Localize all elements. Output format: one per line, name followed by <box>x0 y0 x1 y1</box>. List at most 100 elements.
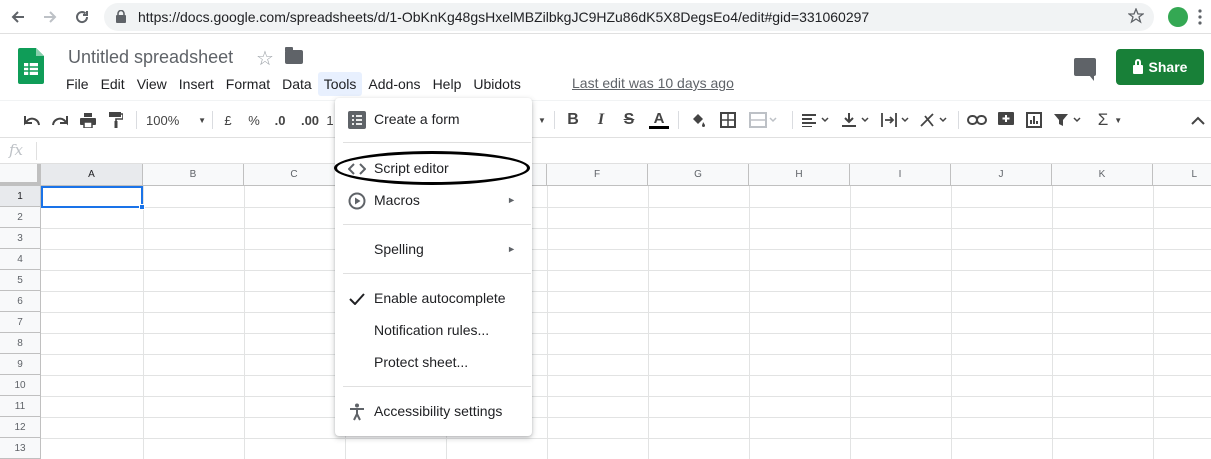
filter-icon[interactable] <box>1052 109 1084 131</box>
italic-icon[interactable]: I <box>592 109 610 131</box>
menu-tools[interactable]: Tools <box>317 72 363 96</box>
menu-edit[interactable]: Edit <box>95 72 131 96</box>
tools-dropdown-menu: Create a form Script editor Macros ► Spe… <box>335 98 532 436</box>
fill-color-icon[interactable] <box>688 109 708 131</box>
menu-item-notification-rules[interactable]: Notification rules... <box>335 314 532 346</box>
column-header-f[interactable]: F <box>547 164 648 186</box>
column-header-g[interactable]: G <box>648 164 749 186</box>
undo-icon[interactable] <box>22 109 42 131</box>
form-icon <box>348 111 366 129</box>
column-header-h[interactable]: H <box>749 164 850 186</box>
menu-ubidots[interactable]: Ubidots <box>467 72 526 96</box>
sheets-logo-icon[interactable] <box>18 48 44 84</box>
functions-icon[interactable]: Σ ▼ <box>1094 109 1126 131</box>
formula-bar[interactable]: fx <box>0 138 1211 164</box>
share-button[interactable]: Share <box>1116 49 1204 85</box>
vertical-align-icon[interactable] <box>840 109 872 131</box>
notification-rules-label: Notification rules... <box>374 322 490 338</box>
menu-insert[interactable]: Insert <box>173 72 220 96</box>
star-icon[interactable]: ☆ <box>256 46 274 71</box>
row-header-10[interactable]: 10 <box>0 375 41 396</box>
browser-chrome: https://docs.google.com/spreadsheets/d/1… <box>0 0 1211 34</box>
text-rotation-icon[interactable] <box>918 109 950 131</box>
horizontal-align-icon[interactable] <box>800 109 832 131</box>
extension-icon[interactable] <box>1168 7 1188 27</box>
column-header-j[interactable]: J <box>951 164 1052 186</box>
row-header-6[interactable]: 6 <box>0 291 41 312</box>
column-header-i[interactable]: I <box>850 164 951 186</box>
row-header-13[interactable]: 13 <box>0 438 41 459</box>
address-bar[interactable]: https://docs.google.com/spreadsheets/d/1… <box>104 3 1154 31</box>
text-wrapping-icon[interactable] <box>880 109 912 131</box>
menu-file[interactable]: File <box>60 72 95 96</box>
menu-item-accessibility[interactable]: Accessibility settings <box>335 395 532 427</box>
submenu-arrow-icon: ► <box>507 244 516 254</box>
zoom-select[interactable]: 100% ▼ <box>146 109 206 131</box>
docs-header: Untitled spreadsheet ☆ File Edit View In… <box>0 34 1211 100</box>
insert-chart-icon[interactable] <box>1024 109 1044 131</box>
insert-comment-icon[interactable] <box>996 109 1016 131</box>
row-header-8[interactable]: 8 <box>0 333 41 354</box>
font-size-dropdown-icon[interactable]: ▼ <box>536 109 548 131</box>
column-header-b[interactable]: B <box>143 164 244 186</box>
menu-item-spelling[interactable]: Spelling ► <box>335 233 532 265</box>
row-header-4[interactable]: 4 <box>0 249 41 270</box>
currency-button[interactable]: £ <box>220 109 236 131</box>
toolbar: 100% ▼ £ % .0 .00 1 ▼ B I S A Σ ▼ <box>0 100 1211 138</box>
macros-label: Macros <box>374 192 420 208</box>
fill-handle[interactable] <box>139 204 145 210</box>
last-edit-link[interactable]: Last edit was 10 days ago <box>572 75 734 91</box>
bold-icon[interactable]: B <box>564 109 582 131</box>
row-header-7[interactable]: 7 <box>0 312 41 333</box>
enable-autocomplete-label: Enable autocomplete <box>374 290 506 306</box>
row-header-11[interactable]: 11 <box>0 396 41 417</box>
format-fragment[interactable]: 1 <box>326 109 334 131</box>
column-header-k[interactable]: K <box>1052 164 1153 186</box>
menu-format[interactable]: Format <box>220 72 276 96</box>
sheet-grid[interactable]: A B C D E F G H I J K L 1 2 3 4 5 6 7 8 … <box>0 164 1211 459</box>
bookmark-star-icon[interactable] <box>1128 8 1144 24</box>
row-header-1[interactable]: 1 <box>0 186 41 207</box>
menu-view[interactable]: View <box>131 72 173 96</box>
percent-button[interactable]: % <box>246 109 262 131</box>
insert-link-icon[interactable] <box>966 109 988 131</box>
active-cell-a1[interactable] <box>41 186 143 208</box>
strikethrough-icon[interactable]: S <box>620 109 638 131</box>
redo-icon[interactable] <box>50 109 70 131</box>
menu-item-protect-sheet[interactable]: Protect sheet... <box>335 346 532 378</box>
increase-decimal-button[interactable]: .00 <box>298 109 322 131</box>
document-title[interactable]: Untitled spreadsheet <box>68 47 233 68</box>
folder-icon[interactable] <box>285 47 303 64</box>
row-header-12[interactable]: 12 <box>0 417 41 438</box>
merge-cells-icon[interactable] <box>748 109 778 131</box>
menu-help[interactable]: Help <box>427 72 468 96</box>
print-icon[interactable] <box>78 109 98 131</box>
column-header-l[interactable]: L <box>1153 164 1211 186</box>
row-header-3[interactable]: 3 <box>0 228 41 249</box>
back-arrow-icon[interactable] <box>6 5 30 29</box>
row-header-9[interactable]: 9 <box>0 354 41 375</box>
borders-icon[interactable] <box>718 109 738 131</box>
create-form-label: Create a form <box>374 111 460 127</box>
reload-icon[interactable] <box>70 5 94 29</box>
collapse-toolbar-icon[interactable] <box>1190 109 1206 131</box>
text-color-icon[interactable]: A <box>648 109 670 131</box>
decrease-decimal-button[interactable]: .0 <box>270 109 290 131</box>
menu-item-macros[interactable]: Macros ► <box>335 184 532 216</box>
menu-addons[interactable]: Add-ons <box>362 72 426 96</box>
column-header-c[interactable]: C <box>244 164 345 186</box>
select-all-corner[interactable] <box>0 164 41 186</box>
forward-arrow-icon[interactable] <box>38 5 62 29</box>
row-header-5[interactable]: 5 <box>0 270 41 291</box>
comment-icon[interactable] <box>1074 58 1096 81</box>
more-options-icon[interactable] <box>1198 9 1202 25</box>
row-header-2[interactable]: 2 <box>0 207 41 228</box>
fx-icon: fx <box>9 141 24 159</box>
column-header-a[interactable]: A <box>41 164 143 186</box>
menu-data[interactable]: Data <box>276 72 318 96</box>
accessibility-icon <box>348 403 366 421</box>
paint-format-icon[interactable] <box>106 109 126 131</box>
lock-icon <box>116 10 126 23</box>
menu-item-create-form[interactable]: Create a form <box>335 103 532 135</box>
menu-item-enable-autocomplete[interactable]: Enable autocomplete <box>335 282 532 314</box>
